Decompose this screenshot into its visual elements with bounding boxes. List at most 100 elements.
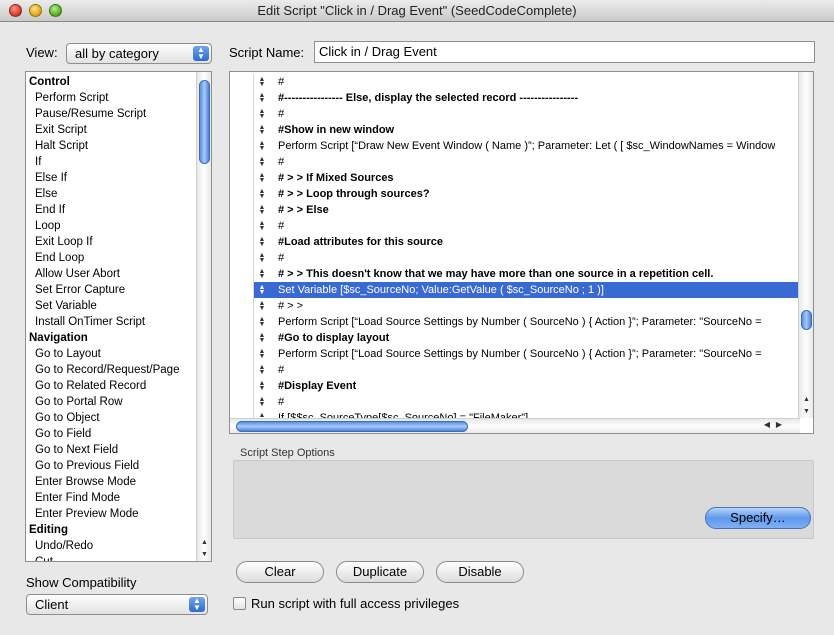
steps-list-item[interactable]: Undo/Redo [26,538,211,554]
drag-handle-icon[interactable]: ▲▼ [258,124,266,136]
script-editor-vscrollbar[interactable]: ▲ ▼ [798,72,813,418]
scroll-right-arrow-icon[interactable]: ▶ [776,420,782,429]
drag-handle-icon[interactable]: ▲▼ [258,300,266,312]
script-line[interactable]: ▲ ▼ # [254,362,799,378]
clear-button[interactable]: Clear [236,561,324,583]
steps-list-item[interactable]: Enter Preview Mode [26,506,211,522]
steps-list-item[interactable]: Go to Portal Row [26,394,211,410]
script-name-field[interactable]: Click in / Drag Event [314,41,815,63]
steps-list-item[interactable]: Go to Record/Request/Page [26,362,211,378]
steps-list-item[interactable]: Allow User Abort [26,266,211,282]
full-access-checkbox[interactable] [233,597,246,610]
title-bar[interactable]: Edit Script "Click in / Drag Event" (See… [0,0,834,22]
steps-list-item[interactable]: Go to Field [26,426,211,442]
script-line[interactable]: ▲ ▼ # [254,74,799,90]
steps-list-item[interactable]: End Loop [26,250,211,266]
steps-list-item[interactable]: Go to Object [26,410,211,426]
script-editor-vscroll-thumb[interactable] [801,310,812,330]
close-window-button[interactable] [9,4,22,17]
drag-handle-icon[interactable]: ▲▼ [258,348,266,360]
script-line-text: # > > This doesn't know that we may have… [278,268,714,280]
script-line[interactable]: ▲ ▼ #---------------- Else, display the se… [254,90,799,106]
steps-list-item[interactable]: Enter Browse Mode [26,474,211,490]
script-scroll-up-arrow-icon[interactable]: ▲ [799,394,813,406]
scroll-down-arrow-icon[interactable]: ▼ [197,549,211,561]
steps-list-item[interactable]: Perform Script [26,90,211,106]
drag-handle-icon[interactable]: ▲▼ [258,396,266,408]
script-editor-hscroll-thumb[interactable] [236,421,468,432]
drag-handle-icon[interactable]: ▲▼ [258,92,266,104]
drag-handle-icon[interactable]: ▲▼ [258,140,266,152]
steps-list-item[interactable]: Else If [26,170,211,186]
disable-button[interactable]: Disable [436,561,524,583]
drag-handle-icon[interactable]: ▲▼ [258,268,266,280]
script-editor-hscrollbar[interactable]: ◀ ▶ [230,418,800,433]
compatibility-popup[interactable]: Client ▲ ▼ [26,594,208,615]
script-line[interactable]: ▲ ▼ # > > Else [254,202,799,218]
steps-list-item[interactable]: Go to Layout [26,346,211,362]
steps-list-item[interactable]: Set Variable [26,298,211,314]
drag-handle-icon[interactable]: ▲▼ [258,364,266,376]
scroll-up-arrow-icon[interactable]: ▲ [197,537,211,549]
script-line[interactable]: ▲ ▼ # [254,154,799,170]
view-label: View: [26,45,58,60]
steps-list-scrollbar[interactable]: ▲ ▼ [196,72,211,561]
steps-list-item[interactable]: Go to Previous Field [26,458,211,474]
script-line[interactable]: ▲ ▼ # > > Loop through sources? [254,186,799,202]
drag-handle-icon[interactable]: ▲▼ [258,316,266,328]
scroll-left-arrow-icon[interactable]: ◀ [764,420,770,429]
script-line[interactable]: ▲ ▼ #Load attributes for this source [254,234,799,250]
drag-handle-icon[interactable]: ▲▼ [258,172,266,184]
script-line[interactable]: ▲ ▼ # > > [254,298,799,314]
steps-list-item[interactable]: Go to Next Field [26,442,211,458]
drag-handle-icon[interactable]: ▲▼ [258,108,266,120]
script-editor[interactable]: ▲ ▼ # ▲ ▼ #---------------- Else, display the… [229,71,814,434]
steps-list-item[interactable]: If [26,154,211,170]
steps-list-item[interactable]: Cut [26,554,211,561]
script-line[interactable]: ▲ ▼ #Show in new window [254,122,799,138]
drag-handle-icon[interactable]: ▲▼ [258,252,266,264]
steps-list-item[interactable]: Install OnTimer Script [26,314,211,330]
view-popup[interactable]: all by category ▲ ▼ [66,43,212,64]
drag-handle-icon[interactable]: ▲▼ [258,76,266,88]
drag-handle-icon[interactable]: ▲▼ [258,332,266,344]
duplicate-button[interactable]: Duplicate [336,561,424,583]
steps-list-item[interactable]: Loop [26,218,211,234]
script-line[interactable]: ▲ ▼ # > > If Mixed Sources [254,170,799,186]
drag-handle-icon[interactable]: ▲▼ [258,284,266,296]
script-line-text: Perform Script [“Load Source Settings by… [278,316,762,328]
steps-list-item[interactable]: Pause/Resume Script [26,106,211,122]
script-line[interactable]: ▲ ▼ #Go to display layout [254,330,799,346]
steps-list-item[interactable]: Else [26,186,211,202]
drag-handle-icon[interactable]: ▲▼ [258,380,266,392]
script-steps-list[interactable]: Control Perform Script Pause/Resume Script… [25,71,212,562]
drag-handle-icon[interactable]: ▲▼ [258,188,266,200]
script-scroll-down-arrow-icon[interactable]: ▼ [799,406,813,418]
script-line[interactable]: ▲▼If [$$sc_SourceType[$sc_SourceNo] = "F… [254,410,799,418]
minimize-window-button[interactable] [29,4,42,17]
steps-list-item[interactable]: End If [26,202,211,218]
script-line[interactable]: ▲ ▼ # [254,250,799,266]
script-line[interactable]: ▲ ▼ Set Variable [$sc_SourceNo; Value:GetV… [254,282,799,298]
drag-handle-icon[interactable]: ▲▼ [258,156,266,168]
script-line[interactable]: ▲ ▼ # [254,106,799,122]
drag-handle-icon[interactable]: ▲▼ [258,220,266,232]
script-line[interactable]: ▲ ▼ Perform Script [“Load Source Settings … [254,346,799,362]
script-line[interactable]: ▲ ▼ #Display Event [254,378,799,394]
script-line[interactable]: ▲ ▼ # > > This doesn't know that we may ha… [254,266,799,282]
steps-list-item[interactable]: Go to Related Record [26,378,211,394]
steps-list-item[interactable]: Enter Find Mode [26,490,211,506]
steps-list-scroll-thumb[interactable] [199,80,210,164]
drag-handle-icon[interactable]: ▲▼ [258,204,266,216]
zoom-window-button[interactable] [49,4,62,17]
steps-list-item[interactable]: Set Error Capture [26,282,211,298]
steps-list-item[interactable]: Exit Loop If [26,234,211,250]
drag-handle-icon[interactable]: ▲▼ [258,236,266,248]
specify-button[interactable]: Specify… [705,507,811,529]
steps-list-item[interactable]: Halt Script [26,138,211,154]
script-line[interactable]: ▲ ▼ Perform Script [“Draw New Event Window… [254,138,799,154]
script-line[interactable]: ▲ ▼ # [254,394,799,410]
script-line[interactable]: ▲ ▼ # [254,218,799,234]
script-line[interactable]: ▲ ▼ Perform Script [“Load Source Settings … [254,314,799,330]
steps-list-item[interactable]: Exit Script [26,122,211,138]
